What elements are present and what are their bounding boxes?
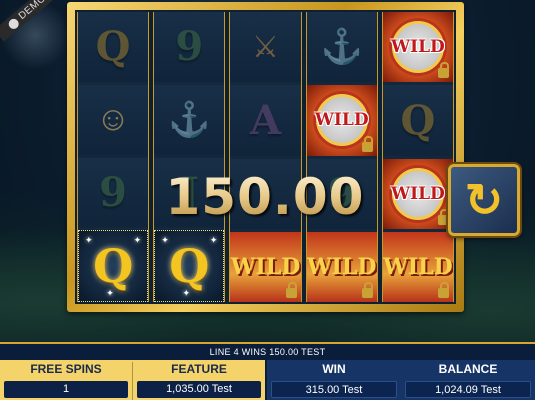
reel-cell: A	[230, 85, 301, 156]
balance-box: BALANCE 1,024.09 Test	[401, 360, 535, 400]
nine-symbol: 9	[99, 168, 128, 216]
free-spins-value: 1	[4, 381, 128, 398]
sparkle-icon: ✦	[133, 235, 142, 246]
reel-cell: 9	[78, 157, 149, 228]
lock-icon	[438, 62, 450, 79]
info-icon	[6, 16, 21, 31]
respin-arrow-icon: ↻	[464, 174, 504, 226]
free-spins-box: FREE SPINS 1	[0, 360, 132, 400]
reel-cell: WILD	[382, 231, 454, 302]
feature-box: FEATURE 1,035.00 Test	[133, 360, 265, 400]
feature-label: FEATURE	[171, 362, 227, 376]
warrior-girl-symbol: ☺	[95, 100, 131, 139]
reel-cell: WILD	[382, 12, 454, 83]
q-symbol: Q	[95, 23, 131, 71]
wild-label: WILD	[314, 110, 369, 131]
line-win-message: LINE 4 WINS 150.00 TEST	[209, 347, 326, 357]
dragon-ship-symbol: ⚓	[168, 100, 211, 139]
reel-grid: Q☺9Q✦✦✦9⚓JQ✦✦✦⚔AWILD⚓WILD9WILDWILDQWILDW…	[75, 10, 456, 304]
reel-cell: ⚓	[306, 12, 377, 83]
reel-5: WILD Q WILD WILD	[381, 12, 455, 302]
reel-cell: WILD	[382, 158, 454, 229]
wild-label: WILD	[391, 37, 445, 58]
lock-icon	[361, 282, 373, 298]
reel-cell: Q ✦ ✦ ✦	[154, 230, 225, 302]
reel-cell: WILD	[230, 231, 301, 302]
sparkle-icon: ✦	[182, 288, 191, 298]
sparkle-icon: ✦	[85, 235, 93, 246]
sparkle-icon: ✦	[106, 288, 114, 298]
balance-label: BALANCE	[438, 362, 498, 376]
reel-cell: Q ✦ ✦ ✦	[78, 230, 149, 302]
reel-2: 9⚓JQ✦✦✦	[153, 12, 226, 302]
q-symbol: Q	[169, 239, 210, 294]
q-symbol: Q	[400, 96, 436, 144]
win-value: 315.00 Test	[271, 381, 397, 398]
feature-value: 1,035.00 Test	[137, 381, 261, 398]
reel-cell: Q	[382, 85, 454, 156]
reel-cell: WILD	[306, 231, 377, 302]
wild-symbol: WILD	[391, 167, 445, 220]
sparkle-icon: ✦	[209, 235, 218, 246]
balance-value: 1,024.09 Test	[405, 381, 531, 398]
dragon-ship-symbol: ⚓	[320, 28, 363, 67]
win-label: WIN	[322, 362, 346, 376]
lock-icon	[361, 135, 373, 152]
wild-symbol: WILD	[306, 253, 377, 280]
reel-cell: ☺	[78, 84, 149, 155]
reel-frame: Q☺9Q✦✦✦9⚓JQ✦✦✦⚔AWILD⚓WILD9WILDWILDQWILDW…	[67, 2, 464, 312]
reel-cell: WILD	[306, 85, 377, 156]
wild-symbol: WILD	[230, 253, 301, 280]
balance-panel: WIN 315.00 Test BALANCE 1,024.09 Test	[267, 360, 535, 400]
reel-cell: 9	[154, 12, 225, 82]
win-amount-display: 150.00	[155, 168, 375, 226]
lock-icon	[438, 282, 450, 298]
bottom-bar: LINE 4 WINS 150.00 TEST FREE SPINS 1 FEA…	[0, 342, 535, 400]
lock-icon	[285, 282, 297, 298]
spin-button[interactable]: ↻	[448, 164, 520, 236]
reel-cell: ⚓	[154, 84, 225, 155]
reel-1: Q ☺ 9 Q ✦ ✦ ✦	[77, 12, 150, 302]
wild-label: WILD	[391, 183, 445, 204]
reel-3: ⚔ A WILD	[229, 12, 302, 302]
reel-4: ⚓WILD9WILD	[305, 12, 378, 302]
reel-cell: ⚔	[230, 12, 301, 83]
sparkle-icon: ✦	[161, 235, 169, 246]
q-symbol: Q	[93, 239, 134, 294]
wild-symbol: WILD	[383, 253, 453, 280]
wild-symbol: WILD	[314, 94, 369, 147]
wild-symbol: WILD	[391, 21, 445, 74]
free-spins-label: FREE SPINS	[30, 362, 102, 376]
nine-symbol: 9	[175, 23, 204, 71]
a-symbol: A	[249, 96, 282, 144]
win-box: WIN 315.00 Test	[267, 360, 401, 400]
reel-cell: Q	[78, 12, 149, 82]
feature-panel: FREE SPINS 1 FEATURE 1,035.00 Test	[0, 360, 265, 400]
viking-warrior-symbol: ⚔	[252, 30, 279, 64]
